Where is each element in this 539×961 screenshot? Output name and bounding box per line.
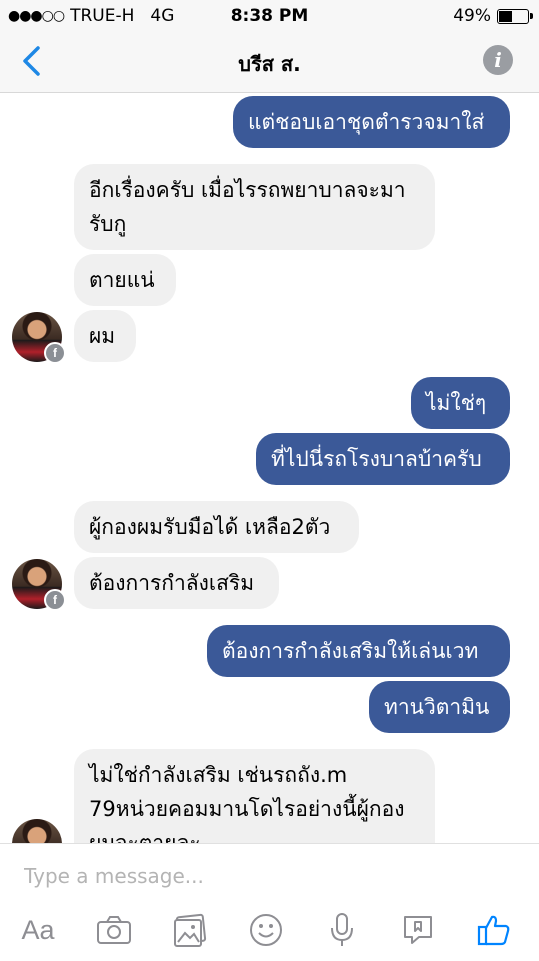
like-button[interactable] [472,908,516,952]
message-outgoing[interactable]: ต้องการกำลังเสริมให้เล่นเวท [207,625,510,677]
avatar[interactable]: f [12,559,66,611]
message-outgoing[interactable]: ที่ไปนี่รถโรงบาลบ้าครับ [256,433,510,485]
microphone-icon [331,913,353,946]
sticker-icon [404,916,432,944]
sticker-button[interactable] [396,908,440,952]
like-icon [477,915,510,946]
message-outgoing[interactable]: ทานวิตามิน [369,681,510,733]
message-incoming[interactable]: ไม่ใช่กำลังเสริม เช่นรถถัง.m 79หน่วยคอมม… [74,749,435,843]
info-icon: i [494,48,502,72]
conversation-header: บรีส ส. i [0,32,539,93]
camera-icon [97,916,131,944]
message-incoming[interactable]: ตายแน่ [74,254,176,306]
contact-name[interactable]: บรีส ส. [0,48,539,80]
message-input[interactable] [24,862,504,890]
text-format-button[interactable]: Aa [16,908,60,952]
message-list[interactable]: แต่ชอบเอาชุดตำรวจมาใส่ อีกเรื่องครับ เมื… [0,93,539,843]
photo-gallery-button[interactable] [168,908,212,952]
composer: Aa [0,843,539,961]
avatar[interactable]: f [12,312,66,364]
message-outgoing[interactable]: ไม่ใช่ๆ [411,377,510,429]
message-incoming[interactable]: ผู้กองผมรับมือได้ เหลือ2ตัว [74,501,359,553]
status-bar: ●●●○○ TRUE-H 4G 8:38 PM 49% [0,0,539,32]
battery-icon [497,8,533,24]
emoji-icon [250,914,282,946]
battery-info: 49% [453,6,533,26]
emoji-button[interactable] [244,908,288,952]
message-incoming[interactable]: ผม [74,310,136,362]
facebook-badge-icon: f [44,342,66,364]
avatar[interactable]: f [12,819,62,843]
text-format-icon: Aa [21,914,55,945]
message-incoming[interactable]: ต้องการกำลังเสริม [74,557,279,609]
voice-button[interactable] [320,908,364,952]
message-outgoing[interactable]: แต่ชอบเอาชุดตำรวจมาใส่ [233,96,510,148]
camera-button[interactable] [92,908,136,952]
photo-gallery-icon [174,913,207,947]
avatar-image [12,819,62,843]
message-incoming[interactable]: อีกเรื่องครับ เมื่อไรรถพยาบาลจะมา รับกู [74,164,435,250]
facebook-badge-icon: f [44,589,66,611]
composer-toolbar: Aa [0,908,539,952]
info-button[interactable]: i [483,45,513,75]
battery-percent: 49% [453,6,491,26]
